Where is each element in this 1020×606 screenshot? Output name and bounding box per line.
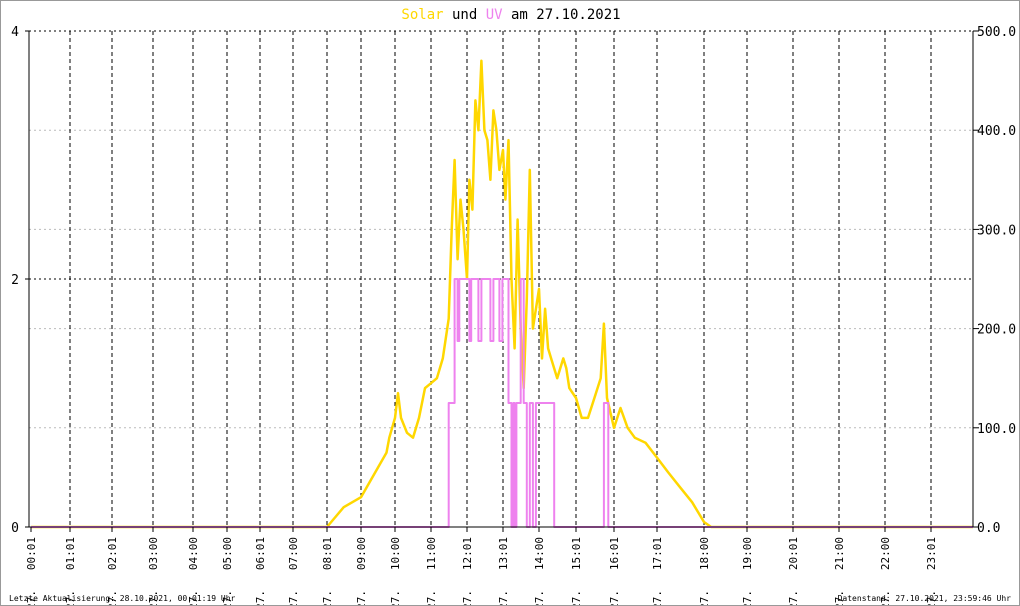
x-tick-label: 27. 06:01 [254, 537, 267, 606]
right-tick-label: 400.0 [977, 124, 1016, 139]
last-update-text: Letzte Aktualisierung: 28.10.2021, 00:01… [9, 594, 236, 603]
x-tick-label: 27. 15:01 [570, 537, 583, 606]
grid [29, 30, 973, 527]
x-tick-label: 27. 14:00 [533, 537, 546, 606]
x-tick-label: 27. 13:01 [497, 537, 510, 606]
x-tick-label: 27. 18:00 [698, 537, 711, 606]
solar-uv-chart: Solar und UV am 27.10.2021 0.0 100.0 200.0… [11, 7, 1016, 606]
x-tick-label: 27. 20:01 [787, 537, 800, 606]
chart-title: Solar und UV am 27.10.2021 [401, 7, 620, 23]
left-tick-label: 2 [11, 273, 19, 288]
right-tick-label: 200.0 [977, 323, 1016, 338]
chart-window: Solar und UV am 27.10.2021 0.0 100.0 200.0… [0, 0, 1020, 606]
data-timestamp-text: Datenstand: 27.10.2021, 23:59:46 Uhr [837, 594, 1011, 603]
right-tick-label: 100.0 [977, 422, 1016, 437]
x-tick-label: 27. 11:00 [425, 537, 438, 606]
series-layer [30, 59, 974, 529]
right-tick-label: 300.0 [977, 223, 1016, 238]
title-part-2: UV [486, 7, 503, 23]
title-part-0: Solar [401, 7, 443, 23]
x-tick-label: 27. 16:01 [608, 537, 621, 606]
x-tick-label: 27. 07:00 [287, 537, 300, 606]
x-tick-label: 27. 19:00 [741, 537, 754, 606]
title-part-3: am 27.10.2021 [503, 7, 621, 23]
series-uv-line [31, 278, 973, 528]
x-tick-label: 27. 12:01 [461, 537, 474, 606]
x-tick-label: 27. 17:01 [651, 537, 664, 606]
x-tick-label: 27. 10:00 [389, 537, 402, 606]
title-part-1: und [444, 7, 486, 23]
x-tick-label: 27. 09:00 [355, 537, 368, 606]
right-tick-label: 0.0 [977, 521, 1000, 536]
x-tick-label: 27. 08:01 [321, 537, 334, 606]
left-tick-label: 0 [11, 521, 19, 536]
right-tick-label: 500.0 [977, 25, 1016, 40]
left-tick-label: 4 [11, 25, 19, 40]
